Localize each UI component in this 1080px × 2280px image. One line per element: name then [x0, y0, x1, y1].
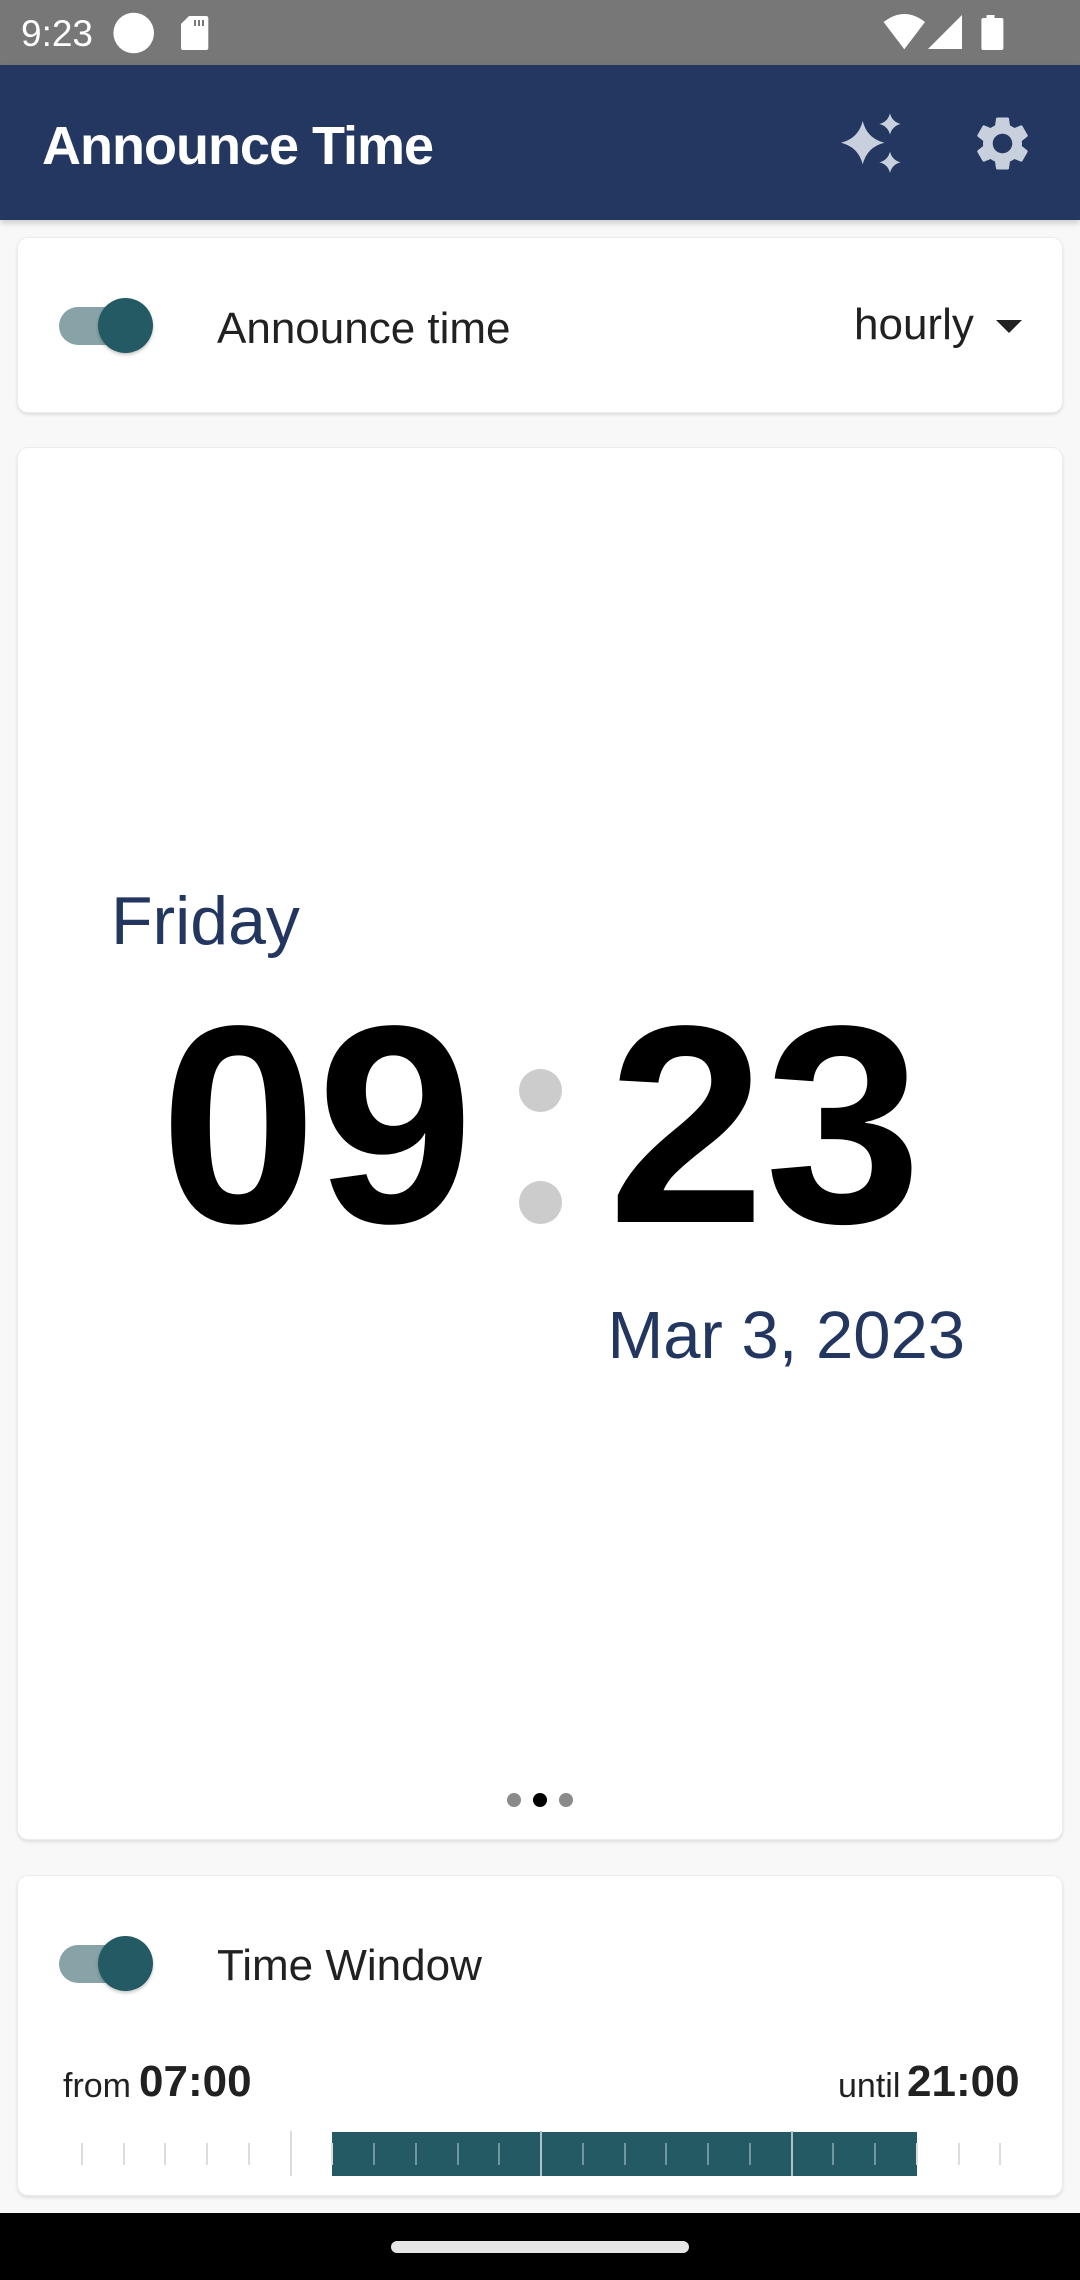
- interval-dropdown[interactable]: hourly: [848, 296, 1053, 356]
- sparkle-icon: [841, 113, 901, 173]
- time-window-timeline[interactable]: [40, 2131, 1042, 2176]
- status-right-icons: [883, 14, 1004, 50]
- timeline-tick: [206, 2143, 208, 2165]
- from-time[interactable]: 07:00: [139, 2060, 252, 2104]
- timeline-tick: [331, 2143, 334, 2165]
- clock-minutes: 23: [608, 967, 922, 1282]
- timeline-tick: [748, 2143, 751, 2165]
- settings-button[interactable]: [970, 111, 1035, 176]
- announce-toggle[interactable]: [59, 298, 171, 354]
- time-window-toggle[interactable]: [59, 1936, 171, 1992]
- colon-dot-bottom: [519, 1181, 562, 1224]
- time-window-card: Time Window from 07:00 until 21:00: [17, 1875, 1063, 2196]
- toggle-thumb: [98, 298, 153, 353]
- clock-date: Mar 3, 2023: [607, 1298, 965, 1373]
- timeline-tick: [498, 2143, 501, 2165]
- timeline-tick: [915, 2143, 918, 2165]
- timeline-tick: [456, 2143, 459, 2165]
- timeline-major-tick: [790, 2131, 793, 2176]
- clock-card[interactable]: Friday 09 23 Mar 3, 2023: [17, 447, 1063, 1840]
- timeline-tick: [581, 2143, 584, 2165]
- timeline-tick: [164, 2143, 167, 2165]
- timeline-major-tick: [289, 2131, 292, 2176]
- timeline-tick: [665, 2143, 668, 2165]
- until-time[interactable]: 21:00: [907, 2060, 1020, 2104]
- toggle-thumb: [98, 1936, 153, 1991]
- clock-hours: 09: [160, 967, 474, 1282]
- timeline-tick: [414, 2143, 417, 2165]
- timeline-tick: [832, 2143, 835, 2165]
- timeline-tick: [247, 2143, 250, 2165]
- time-window-label: Time Window: [217, 1941, 482, 1990]
- timeline-tick: [957, 2143, 960, 2165]
- timeline-tick: [874, 2143, 876, 2165]
- interval-value: hourly: [854, 300, 974, 349]
- timeline-tick: [707, 2143, 709, 2165]
- timeline-tick: [999, 2143, 1002, 2165]
- battery-icon: [981, 15, 1004, 50]
- page-indicator: [18, 1793, 1062, 1807]
- timeline-tick: [80, 2143, 83, 2165]
- clock-weekday: Friday: [111, 883, 300, 959]
- announce-card: Announce time hourly: [17, 237, 1063, 413]
- gear-icon: [977, 117, 1028, 170]
- cell-signal-icon: [928, 15, 962, 49]
- page-dot-active[interactable]: [533, 1793, 547, 1807]
- from-label: from: [63, 2067, 131, 2105]
- sparkle-button[interactable]: [835, 108, 910, 180]
- status-bar: 9:23: [0, 0, 1080, 65]
- sd-card-icon: [181, 16, 209, 50]
- timeline-tick: [122, 2143, 125, 2165]
- timeline-tick: [623, 2143, 626, 2165]
- app-bar: Announce Time: [0, 65, 1080, 220]
- wifi-icon: [883, 14, 925, 50]
- announce-label: Announce time: [217, 304, 511, 353]
- page-dot[interactable]: [507, 1793, 521, 1807]
- status-left-icons: [113, 12, 209, 54]
- colon-dot-top: [519, 1069, 562, 1112]
- timeline-major-tick: [540, 2131, 542, 2176]
- app-title: Announce Time: [42, 116, 434, 176]
- timeline-tick: [373, 2143, 375, 2165]
- navigation-bar: [0, 2213, 1080, 2280]
- until-label: until: [838, 2067, 901, 2105]
- home-gesture-handle[interactable]: [391, 2241, 689, 2253]
- notification-dot-icon: [113, 12, 154, 54]
- page-dot[interactable]: [559, 1793, 573, 1807]
- dropdown-arrow-icon: [996, 320, 1022, 333]
